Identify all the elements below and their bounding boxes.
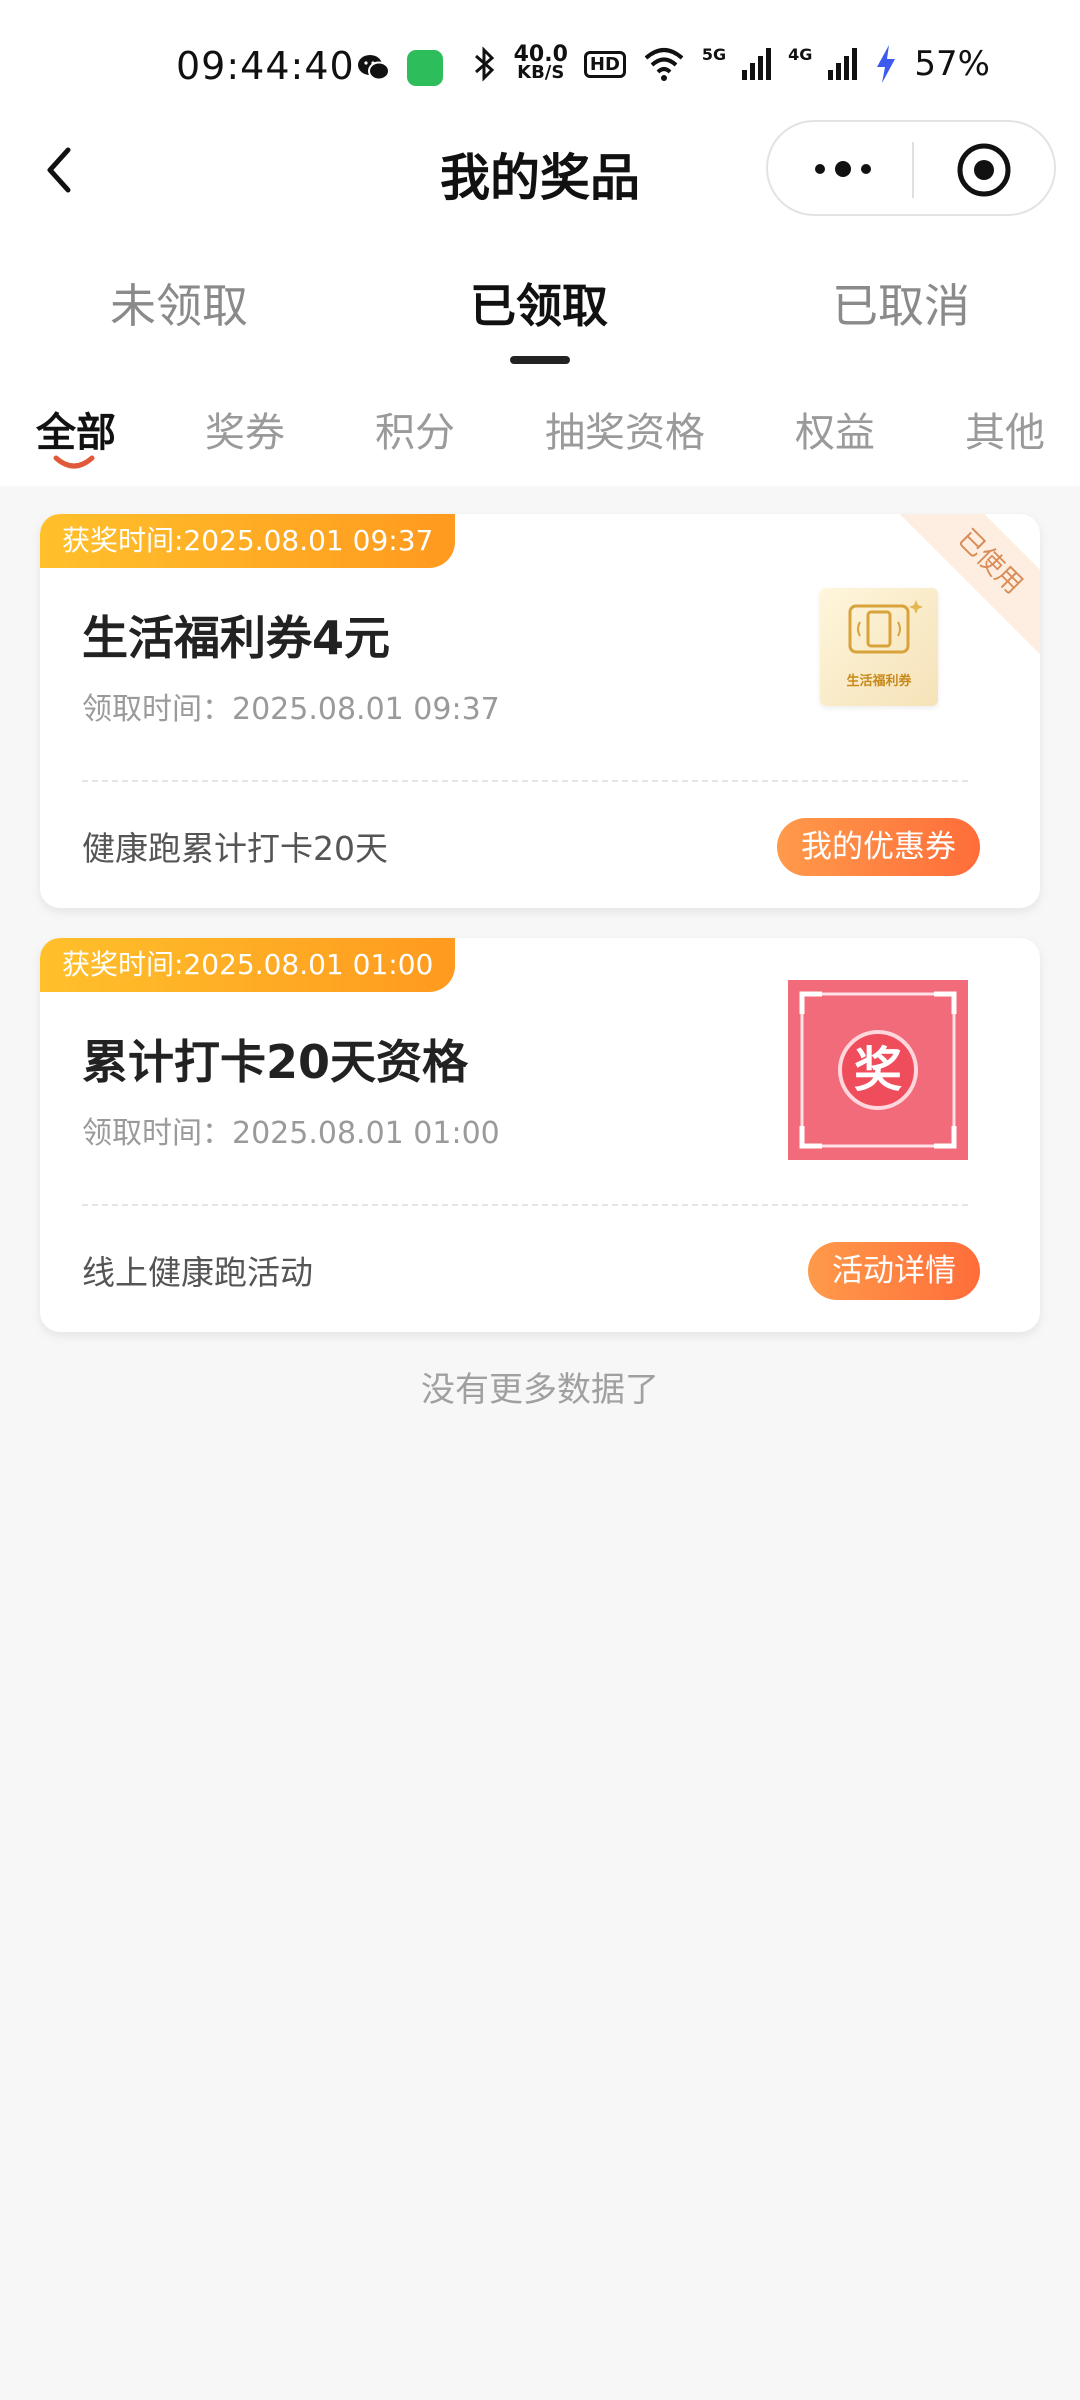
bluetooth-icon	[474, 46, 494, 82]
hd-voice-icon: HD	[583, 50, 626, 78]
back-icon[interactable]	[38, 140, 78, 200]
network-speed: 40.0 KB/S	[513, 42, 568, 83]
status-tabs: 未领取 已领取 已取消	[0, 230, 1080, 370]
category-tab-benefits[interactable]: 权益	[795, 400, 875, 458]
close-mini-program-icon[interactable]	[956, 142, 1012, 198]
category-tab-coupons[interactable]: 奖券	[205, 400, 285, 458]
no-more-data: 没有更多数据了	[421, 1370, 659, 1410]
prize-source: 健康跑累计打卡20天	[82, 829, 388, 868]
signal-icon	[828, 48, 858, 80]
prize-card[interactable]: 获奖时间:2025.08.01 01:00 累计打卡20天资格 领取时间：202…	[40, 938, 1040, 1332]
prize-character: 奖	[838, 1030, 918, 1110]
card-divider	[82, 1204, 968, 1206]
mini-program-capsule	[766, 120, 1056, 216]
messages-icon	[407, 50, 443, 86]
prize-source: 线上健康跑活动	[82, 1253, 313, 1292]
wechat-icon	[358, 55, 390, 81]
prize-card[interactable]: 获奖时间:2025.08.01 09:37 已使用 生活福利券4元 领取时间：2…	[40, 514, 1040, 908]
wifi-icon	[644, 48, 684, 81]
category-tab-lottery[interactable]: 抽奖资格	[545, 400, 705, 458]
category-tab-other[interactable]: 其他	[965, 400, 1045, 458]
tab-unclaimed[interactable]: 未领取	[110, 270, 248, 336]
prize-title: 累计打卡20天资格	[82, 1035, 469, 1089]
charging-icon	[877, 45, 896, 83]
card-divider	[82, 780, 968, 782]
claim-time: 领取时间：2025.08.01 01:00	[82, 1116, 500, 1151]
active-category-indicator	[53, 455, 95, 469]
more-icon[interactable]	[808, 154, 878, 184]
category-tab-all[interactable]: 全部	[36, 400, 116, 458]
prize-title: 生活福利券4元	[82, 611, 391, 665]
nav-bar: 我的奖品	[0, 110, 1080, 230]
capsule-divider	[912, 142, 914, 198]
active-tab-indicator	[510, 356, 570, 364]
status-time: 09:44:40	[176, 44, 355, 88]
battery-level: 57%	[914, 44, 990, 84]
tab-cancelled[interactable]: 已取消	[832, 270, 970, 336]
category-tab-points[interactable]: 积分	[375, 400, 455, 458]
activity-details-button[interactable]: 活动详情	[808, 1242, 980, 1300]
signal-icon	[742, 48, 772, 80]
prize-image: 奖	[788, 980, 968, 1160]
award-time-badge: 获奖时间:2025.08.01 01:00	[40, 938, 456, 992]
claim-time: 领取时间：2025.08.01 09:37	[82, 692, 500, 727]
award-time-badge: 获奖时间:2025.08.01 09:37	[40, 514, 456, 568]
my-coupons-button[interactable]: 我的优惠券	[777, 818, 980, 876]
phone-coupon-icon	[848, 600, 923, 654]
tab-claimed[interactable]: 已领取	[470, 270, 608, 336]
category-tabs: 全部 奖券 积分 抽奖资格 权益 其他	[0, 370, 1080, 486]
coupon-image: 生活福利券	[820, 588, 938, 706]
